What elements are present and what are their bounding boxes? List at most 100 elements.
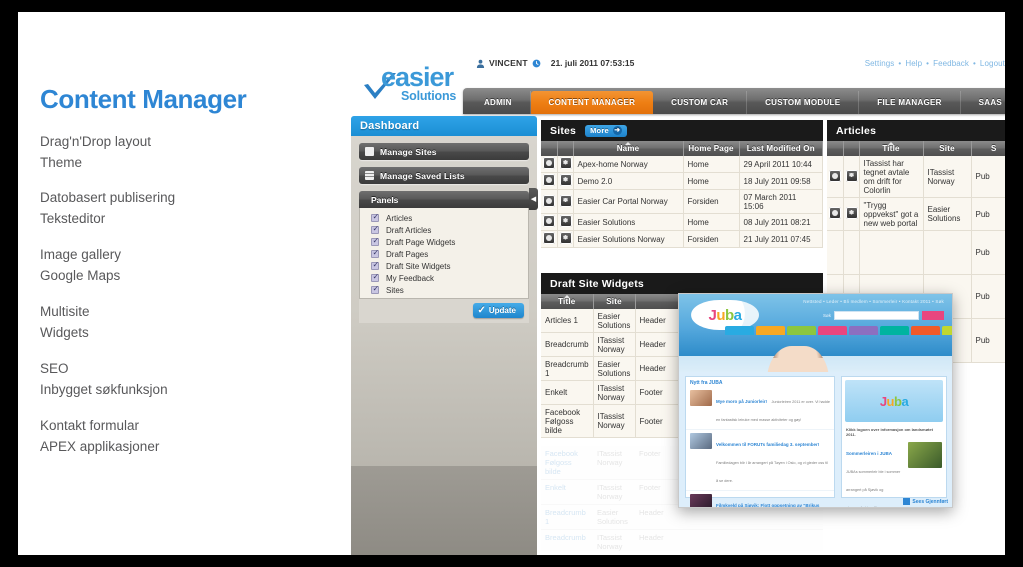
panel-item-draft-pages[interactable]: Draft Pages	[360, 248, 528, 260]
gear-icon[interactable]	[559, 174, 572, 186]
article-title[interactable]	[859, 230, 924, 275]
gear-icon[interactable]	[559, 194, 572, 207]
col-site[interactable]: Site	[593, 294, 636, 309]
row-settings-cell[interactable]	[557, 172, 574, 190]
gear-icon[interactable]	[845, 169, 858, 182]
table-row[interactable]: "Trygg oppvekst" got a new web portal Ea…	[827, 197, 1005, 231]
nav-tab-custom-car[interactable]: CUSTOM CAR	[653, 91, 748, 114]
site-home-page[interactable]: Home	[683, 213, 740, 231]
article-title[interactable]: "Trygg oppvekst" got a new web portal	[859, 197, 924, 231]
table-row[interactable]: Easier Car Portal Norway Forsiden 07 Mar…	[541, 189, 823, 214]
juba-search[interactable]: Søk	[823, 311, 944, 320]
view-icon[interactable]	[543, 174, 555, 186]
juba-nav-item[interactable]	[818, 326, 847, 335]
row-settings-cell[interactable]	[557, 213, 574, 231]
juba-news-item[interactable]: Filmkveld på Sjøvik: Flott oppsetning av…	[686, 491, 834, 507]
site-name[interactable]: Demo 2.0	[573, 172, 684, 190]
checkbox-icon[interactable]	[371, 249, 379, 258]
checkbox-icon[interactable]	[371, 225, 379, 234]
nav-tab-content-manager[interactable]: CONTENT MANAGER	[530, 91, 654, 114]
panels-header[interactable]: Panels	[359, 191, 529, 208]
view-icon[interactable]	[543, 232, 555, 244]
row-settings-cell[interactable]	[557, 230, 574, 248]
juba-search-button[interactable]	[922, 311, 944, 320]
help-link[interactable]: Help	[905, 59, 922, 68]
manage-sites-button[interactable]: Manage Sites	[359, 143, 529, 160]
view-icon[interactable]	[829, 169, 841, 182]
main-navigation[interactable]: ADMIN CONTENT MANAGER CUSTOM CAR CUSTOM …	[463, 88, 1005, 114]
row-view-cell[interactable]	[827, 156, 844, 198]
table-row[interactable]: Apex-home Norway Home 29 April 2011 10:4…	[541, 156, 823, 173]
gear-icon[interactable]	[559, 157, 572, 169]
site-name[interactable]: Easier Solutions	[573, 213, 684, 231]
view-icon[interactable]	[543, 215, 555, 227]
feedback-link[interactable]: Feedback	[933, 59, 969, 68]
panel-item-draft-site-widgets[interactable]: Draft Site Widgets	[360, 260, 528, 272]
checkbox-icon[interactable]	[371, 285, 379, 294]
row-view-cell[interactable]	[827, 230, 844, 275]
juba-banner[interactable]: Juba	[845, 380, 943, 422]
juba-nav-item[interactable]	[942, 326, 952, 335]
site-home-page[interactable]: Home	[683, 172, 740, 190]
gear-icon[interactable]	[845, 207, 858, 219]
table-row[interactable]: ITassist har tegnet avtale om drift for …	[827, 156, 1005, 198]
sites-more-button[interactable]: More ➜	[585, 124, 627, 137]
site-home-page[interactable]: Forsiden	[683, 230, 740, 248]
row-settings-cell[interactable]	[843, 156, 860, 198]
nav-tab-saas[interactable]: SAAS	[961, 91, 1005, 114]
juba-nav-item[interactable]	[787, 326, 816, 335]
juba-nav-item[interactable]	[911, 326, 940, 335]
sidebar-collapse-handle[interactable]: ◀	[529, 188, 538, 210]
panel-item-articles[interactable]: Articles	[360, 212, 528, 224]
juba-nav-item[interactable]	[756, 326, 785, 335]
col-last-modified[interactable]: Last Modified On	[739, 141, 823, 156]
settings-link[interactable]: Settings	[865, 59, 895, 68]
row-view-cell[interactable]	[541, 189, 558, 214]
news-title[interactable]: Velkommen til FORUTs familiedag 3. septe…	[716, 442, 819, 447]
site-name[interactable]: Easier Car Portal Norway	[573, 189, 684, 214]
top-links[interactable]: Settings • Help • Feedback • Logout	[865, 59, 1005, 68]
col-home-page[interactable]: Home Page	[683, 141, 740, 156]
juba-top-links[interactable]: Nettsted • Leder • Bli medlem • Sommerle…	[803, 299, 944, 304]
nav-tab-admin[interactable]: ADMIN	[466, 91, 531, 114]
juba-nav-item[interactable]	[849, 326, 878, 335]
panel-item-my-feedback[interactable]: My Feedback	[360, 272, 528, 284]
col-site[interactable]: Site	[923, 141, 972, 156]
row-view-cell[interactable]	[541, 213, 558, 231]
table-row[interactable]: Pub	[827, 230, 1005, 275]
juba-nav-item[interactable]	[725, 326, 754, 335]
site-name[interactable]: Easier Solutions Norway	[573, 230, 684, 248]
checkbox-icon[interactable]	[371, 213, 379, 222]
table-row[interactable]: Demo 2.0 Home 18 July 2011 09:58	[541, 172, 823, 190]
col-title[interactable]: Title	[859, 141, 924, 156]
logout-link[interactable]: Logout	[980, 59, 1005, 68]
widget-title[interactable]: Facebook Følgoss bilde	[541, 404, 594, 438]
row-settings-cell[interactable]	[843, 197, 860, 231]
article-title[interactable]: ITassist har tegnet avtale om drift for …	[859, 156, 924, 198]
right-item-title[interactable]: Sommerleiren i JUBA	[846, 451, 892, 456]
nav-tab-custom-module[interactable]: CUSTOM MODULE	[747, 91, 860, 114]
gear-icon[interactable]	[559, 215, 572, 227]
nav-tab-file-manager[interactable]: FILE MANAGER	[859, 91, 961, 114]
site-home-page[interactable]: Forsiden	[683, 189, 740, 214]
view-icon[interactable]	[543, 157, 555, 169]
juba-nav-item[interactable]	[880, 326, 909, 335]
manage-saved-lists-button[interactable]: Manage Saved Lists	[359, 167, 529, 184]
gear-icon[interactable]	[559, 232, 572, 244]
col-title[interactable]: Title	[541, 294, 594, 309]
view-icon[interactable]	[829, 207, 841, 219]
row-view-cell[interactable]	[827, 197, 844, 231]
widget-title[interactable]: Articles 1	[541, 309, 594, 333]
juba-site-preview[interactable]: Juba Nettsted • Leder • Bli medlem • Som…	[678, 293, 953, 508]
update-button[interactable]: ✓ Update	[473, 303, 524, 318]
col-status[interactable]: S	[971, 141, 1005, 156]
checkbox-icon[interactable]	[371, 261, 379, 270]
checkbox-icon[interactable]	[371, 237, 379, 246]
row-view-cell[interactable]	[541, 230, 558, 248]
row-settings-cell[interactable]	[557, 156, 574, 173]
table-row[interactable]: Easier Solutions Norway Forsiden 21 July…	[541, 230, 823, 248]
site-home-page[interactable]: Home	[683, 156, 740, 173]
table-row[interactable]: Easier Solutions Home 08 July 2011 08:21	[541, 213, 823, 231]
widget-title[interactable]: Breadcrumb	[541, 332, 594, 357]
news-title[interactable]: Filmkveld på Sjøvik: Flott oppsetning av…	[716, 503, 819, 507]
